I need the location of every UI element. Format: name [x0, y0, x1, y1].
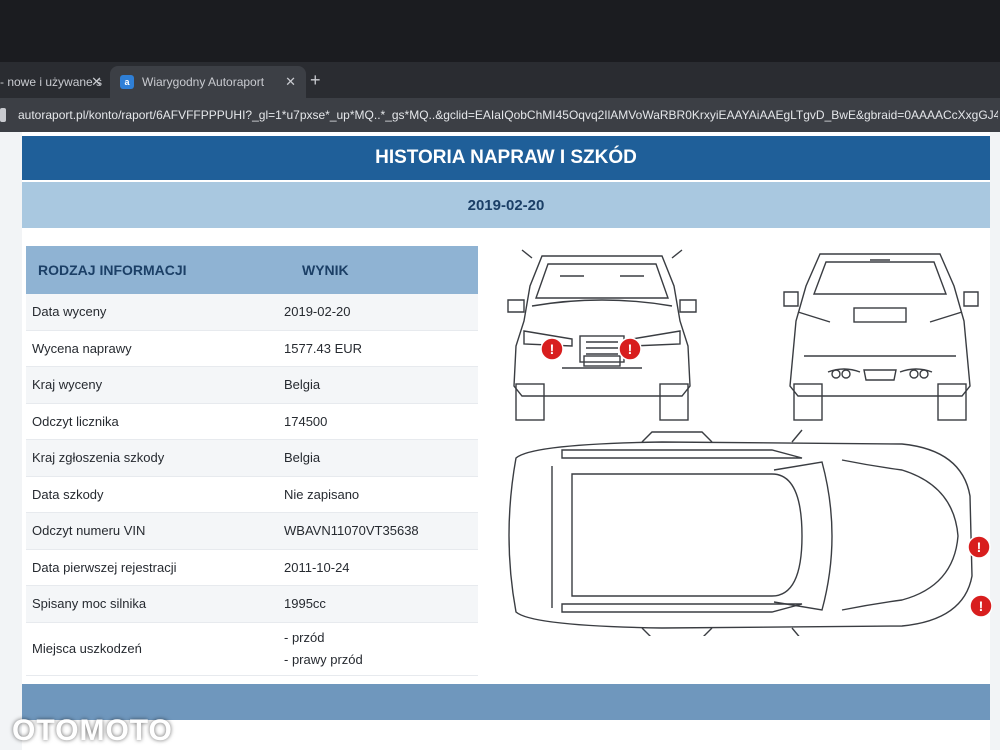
car-top-view-icon — [508, 429, 973, 636]
section-title: HISTORIA NAPRAW I SZKÓD — [22, 136, 990, 180]
row-label: Odczyt licznika — [32, 413, 119, 429]
table-row: Data szkody Nie zapisano — [26, 476, 478, 513]
url-text[interactable]: autoraport.pl/konto/raport/6AFVFFPPPUHI?… — [18, 108, 998, 122]
table-row: Odczyt licznika 174500 — [26, 403, 478, 440]
damage-marker-front-grille: ! — [618, 337, 642, 361]
monitor-bezel — [0, 0, 1000, 62]
info-table: RODZAJ INFORMACJI WYNIK Data wyceny 2019-… — [26, 246, 478, 676]
autoraport-favicon-icon: a — [120, 75, 134, 89]
row-value: 1577.43 EUR — [284, 340, 363, 356]
header-type: RODZAJ INFORMACJI — [38, 262, 187, 278]
tab-label: - nowe i używane s — [0, 75, 103, 89]
tab-otomoto[interactable]: - nowe i używane s ✕ — [0, 66, 112, 98]
table-row: Wycena naprawy 1577.43 EUR — [26, 330, 478, 367]
row-value: - przód - prawy przód — [276, 627, 363, 671]
row-label: Data pierwszej rejestracji — [32, 559, 177, 575]
table-row: Spisany moc silnika 1995cc — [26, 586, 478, 623]
table-row: Data wyceny 2019-02-20 — [26, 294, 478, 331]
svg-text:!: ! — [550, 341, 555, 357]
svg-text:!: ! — [977, 539, 982, 555]
car-front-view-icon — [507, 249, 697, 421]
damage-item: - przód — [284, 629, 325, 645]
table-row-damage: Miejsca uszkodzeń - przód - prawy przód — [26, 622, 478, 676]
row-value: 2011-10-24 — [284, 559, 350, 575]
damage-marker-front-left: ! — [540, 337, 564, 361]
close-icon[interactable]: ✕ — [91, 74, 102, 90]
row-label: Kraj wyceny — [32, 377, 103, 393]
table-row: Data pierwszej rejestracji 2011-10-24 — [26, 549, 478, 586]
address-bar[interactable]: autoraport.pl/konto/raport/6AFVFFPPPUHI?… — [0, 98, 1000, 132]
close-icon[interactable]: ✕ — [285, 74, 296, 90]
table-row: Kraj wyceny Belgia — [26, 367, 478, 404]
row-value: Belgia — [284, 450, 321, 466]
row-value: 1995cc — [284, 596, 326, 612]
table-row: Odczyt numeru VIN WBAVN11070VT35638 — [26, 513, 478, 550]
report-content: HISTORIA NAPRAW I SZKÓD 2019-02-20 RODZA… — [22, 132, 992, 750]
row-label: Odczyt numeru VIN — [32, 523, 146, 539]
row-value: 174500 — [284, 413, 328, 429]
row-label: Spisany moc silnika — [32, 596, 147, 612]
table-body: Data wyceny 2019-02-20 Wycena naprawy 1577… — [26, 294, 478, 676]
car-damage-diagram: ! ! ! ! — [507, 249, 992, 636]
row-value: Nie zapisano — [284, 486, 360, 502]
damage-marker-top-front: ! — [967, 535, 991, 559]
row-label: Wycena naprawy — [32, 340, 132, 356]
row-label: Data wyceny — [32, 304, 107, 320]
svg-text:!: ! — [979, 598, 984, 614]
car-rear-view-icon — [783, 253, 979, 421]
row-label: Data szkody — [32, 486, 104, 502]
page-background: HISTORIA NAPRAW I SZKÓD 2019-02-20 RODZA… — [0, 132, 1000, 750]
tab-label: Wiarygodny Autoraport — [142, 75, 265, 89]
row-value: 2019-02-20 — [284, 304, 351, 320]
otomoto-watermark: OTOMOTO — [12, 714, 173, 747]
table-header: RODZAJ INFORMACJI WYNIK — [26, 246, 478, 294]
new-tab-icon[interactable]: + — [310, 70, 321, 91]
header-result: WYNIK — [302, 262, 349, 278]
svg-text:!: ! — [628, 341, 633, 357]
row-value: WBAVN11070VT35638 — [284, 523, 419, 539]
report-date: 2019-02-20 — [22, 182, 990, 228]
damage-marker-top-right-front: ! — [969, 594, 992, 618]
site-info-icon[interactable] — [0, 108, 6, 122]
damage-item: - prawy przód — [284, 651, 363, 667]
row-label: Miejsca uszkodzeń — [32, 641, 142, 656]
tab-autoraport[interactable]: a Wiarygodny Autoraport ✕ — [110, 66, 306, 98]
row-value: Belgia — [284, 377, 321, 393]
table-row: Kraj zgłoszenia szkody Belgia — [26, 440, 478, 477]
row-label: Kraj zgłoszenia szkody — [32, 450, 165, 466]
